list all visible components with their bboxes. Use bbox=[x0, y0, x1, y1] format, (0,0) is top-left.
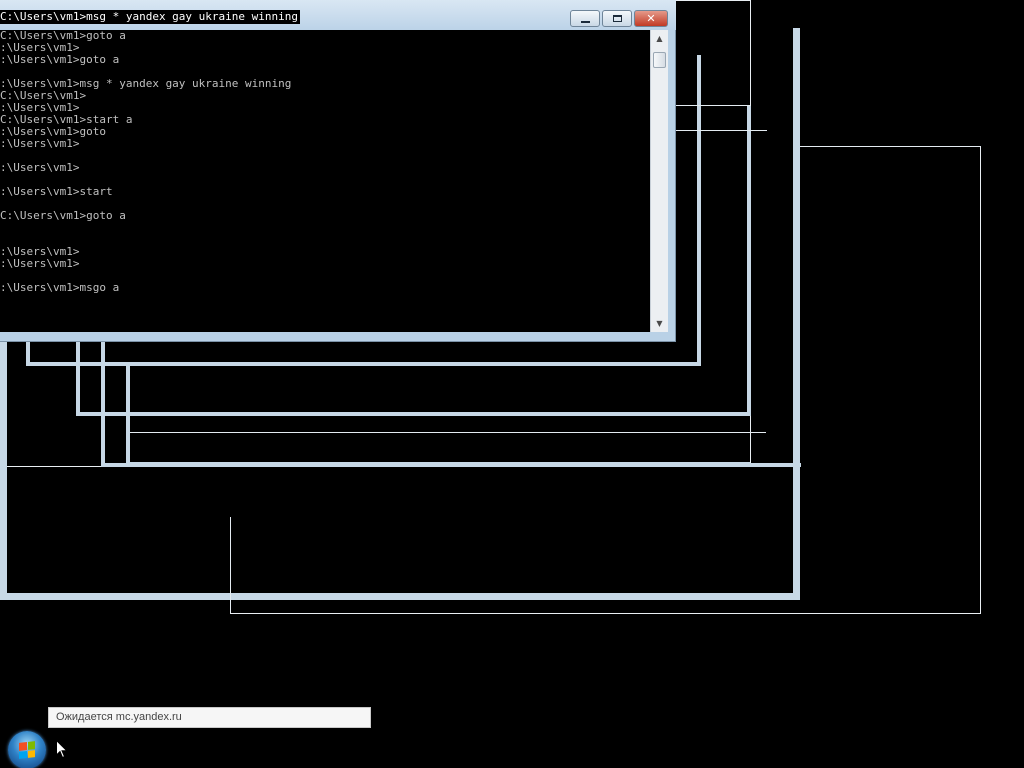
console-lines: C:\Users\vm1>goto a:\Users\vm1>:\Users\v… bbox=[0, 30, 650, 294]
scroll-up-arrow-icon[interactable]: ▲ bbox=[651, 30, 668, 47]
vertical-scrollbar[interactable]: ▲ ▼ bbox=[650, 30, 668, 332]
scroll-down-arrow-icon[interactable]: ▼ bbox=[651, 315, 668, 332]
ghost-frame-edge bbox=[230, 517, 231, 614]
desktop: C:\Users\vm1>msg * yandex gay ukraine wi… bbox=[0, 0, 1024, 768]
minimize-icon bbox=[580, 20, 590, 23]
maximize-icon bbox=[612, 15, 622, 22]
console-output[interactable]: C:\Users\vm1>goto a:\Users\vm1>:\Users\v… bbox=[0, 30, 650, 332]
console-window[interactable]: C:\Users\vm1>msg * yandex gay ukraine wi… bbox=[0, 0, 676, 342]
title-bar[interactable]: C:\Users\vm1>msg * yandex gay ukraine wi… bbox=[0, 0, 676, 30]
windows-logo-icon bbox=[19, 741, 35, 759]
close-button[interactable]: ✕ bbox=[634, 10, 668, 27]
scroll-thumb[interactable] bbox=[653, 52, 666, 68]
console-line: :\Users\vm1>msgo a bbox=[0, 281, 120, 294]
console-line: :\Users\vm1>goto bbox=[0, 125, 106, 138]
console-line: :\Users\vm1>goto a bbox=[0, 53, 120, 66]
console-line: :\Users\vm1>start bbox=[0, 185, 113, 198]
close-icon: ✕ bbox=[646, 12, 656, 25]
ghost-window-frame bbox=[126, 366, 750, 466]
maximize-button[interactable] bbox=[602, 10, 632, 27]
ghost-frame-edge bbox=[800, 146, 981, 147]
console-line: :\Users\vm1> bbox=[0, 245, 80, 258]
ghost-frame-edge bbox=[130, 432, 766, 433]
console-line: :\Users\vm1> bbox=[0, 161, 80, 174]
window-title: C:\Users\vm1>msg * yandex gay ukraine wi… bbox=[0, 10, 301, 24]
console-line: C:\Users\vm1>goto a bbox=[0, 209, 126, 222]
mouse-pointer-icon bbox=[56, 740, 68, 759]
start-button[interactable] bbox=[8, 731, 46, 768]
minimize-button[interactable] bbox=[570, 10, 600, 27]
status-tooltip: Ожидается mc.yandex.ru bbox=[48, 707, 371, 728]
console-line: :\Users\vm1> bbox=[0, 257, 80, 270]
console-line: :\Users\vm1>msg * yandex gay ukraine win… bbox=[0, 77, 292, 90]
console-line: C:\Users\vm1>goto a bbox=[0, 30, 126, 42]
console-line: :\Users\vm1> bbox=[0, 137, 80, 150]
console-line: C:\Users\vm1> bbox=[0, 89, 87, 102]
